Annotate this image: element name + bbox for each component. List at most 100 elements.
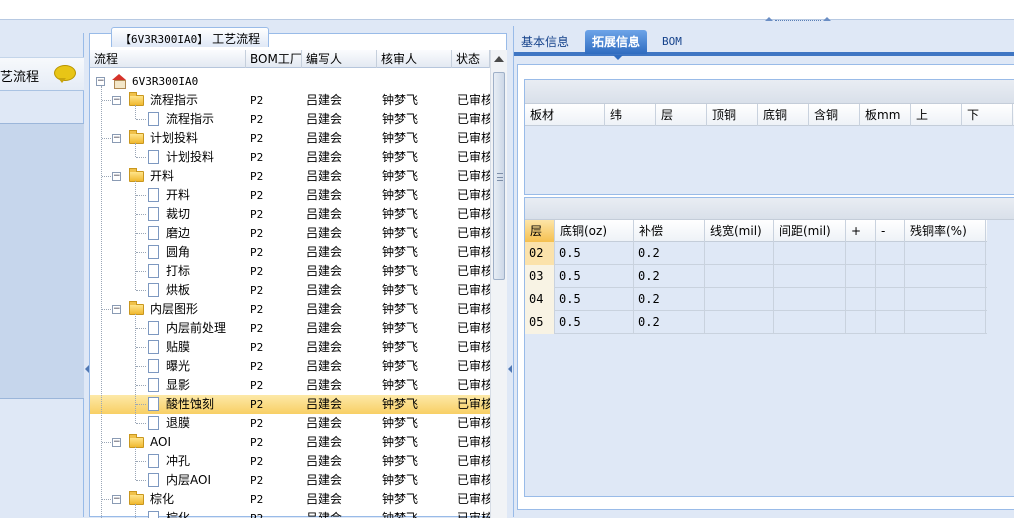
board-column-header[interactable]: 底铜: [758, 104, 809, 126]
copper-column-header[interactable]: 补偿: [634, 220, 705, 242]
tree-item-row[interactable]: 内层AOI P2 吕建会 钟梦飞 已审核: [90, 471, 490, 490]
tab-extended-info[interactable]: 拓展信息: [585, 30, 648, 60]
copper-grid-cell[interactable]: [905, 242, 986, 265]
copper-grid-cell[interactable]: [876, 288, 905, 311]
board-column-header[interactable]: 下: [962, 104, 1013, 126]
copper-grid-cell[interactable]: 03: [525, 265, 555, 288]
column-header-bom[interactable]: BOM工厂: [246, 50, 302, 68]
tree-folder-row[interactable]: − 计划投料 P2 吕建会 钟梦飞 已审核: [90, 129, 490, 148]
collapse-icon[interactable]: −: [112, 172, 121, 181]
copper-grid-row[interactable]: 02 0.5 0.2: [525, 242, 987, 265]
tree-item-row[interactable]: 烘板 P2 吕建会 钟梦飞 已审核: [90, 281, 490, 300]
tab-bom[interactable]: BOM: [655, 30, 689, 54]
board-column-header[interactable]: 层: [656, 104, 707, 126]
scroll-up-icon[interactable]: [494, 56, 504, 62]
copper-grid-cell[interactable]: 0.2: [634, 288, 705, 311]
tree-item-row[interactable]: 开料 P2 吕建会 钟梦飞 已审核: [90, 186, 490, 205]
copper-grid-cell[interactable]: [774, 242, 846, 265]
column-header-status[interactable]: 状态: [452, 50, 490, 68]
copper-column-header[interactable]: 线宽(mil): [705, 220, 774, 242]
tab-basic-info[interactable]: 基本信息: [514, 30, 576, 54]
tree-item-row[interactable]: 显影 P2 吕建会 钟梦飞 已审核: [90, 376, 490, 395]
copper-grid-cell[interactable]: [774, 265, 846, 288]
copper-grid-cell[interactable]: [905, 311, 986, 334]
copper-grid-cell[interactable]: [705, 311, 774, 334]
copper-grid-cell[interactable]: [876, 311, 905, 334]
board-column-header[interactable]: 上: [911, 104, 962, 126]
copper-column-header[interactable]: 层: [525, 220, 555, 242]
copper-grid-cell[interactable]: 0.2: [634, 311, 705, 334]
tree-item-row[interactable]: 内层前处理 P2 吕建会 钟梦飞 已审核: [90, 319, 490, 338]
tree-folder-row[interactable]: − 内层图形 P2 吕建会 钟梦飞 已审核: [90, 300, 490, 319]
copper-column-header[interactable]: -: [876, 220, 905, 242]
collapse-icon[interactable]: −: [112, 305, 121, 314]
tree-item-row[interactable]: 冲孔 P2 吕建会 钟梦飞 已审核: [90, 452, 490, 471]
copper-grid-cell[interactable]: 0.5: [555, 311, 634, 334]
copper-grid-cell[interactable]: [876, 265, 905, 288]
copper-grid-cell[interactable]: [876, 242, 905, 265]
tree-item-row[interactable]: 曝光 P2 吕建会 钟梦飞 已审核: [90, 357, 490, 376]
column-header-reviewer[interactable]: 核审人: [377, 50, 452, 68]
copper-grid-row[interactable]: 05 0.5 0.2: [525, 311, 987, 334]
copper-grid-cell[interactable]: 0.5: [555, 242, 634, 265]
copper-grid-cell[interactable]: 0.2: [634, 242, 705, 265]
copper-grid-cell[interactable]: [705, 288, 774, 311]
tree-item-row[interactable]: 退膜 P2 吕建会 钟梦飞 已审核: [90, 414, 490, 433]
tree-item-row[interactable]: 流程指示 P2 吕建会 钟梦飞 已审核: [90, 110, 490, 129]
copper-grid-cell[interactable]: [905, 288, 986, 311]
copper-grid-cell[interactable]: 0.2: [634, 265, 705, 288]
copper-grid-cell[interactable]: [774, 288, 846, 311]
copper-grid-cell[interactable]: 04: [525, 288, 555, 311]
process-tree: − 6V3R300IA0 − 流程指示 P2 吕建会 钟梦飞 已审核 流程指示 P2 吕建会 钟梦…: [90, 70, 490, 518]
column-header-process[interactable]: 流程: [90, 50, 246, 68]
tree-item-row[interactable]: 圆角 P2 吕建会 钟梦飞 已审核: [90, 243, 490, 262]
copper-grid-cell[interactable]: [774, 311, 846, 334]
tree-item-row[interactable]: 磨边 P2 吕建会 钟梦飞 已审核: [90, 224, 490, 243]
copper-grid-cell[interactable]: 02: [525, 242, 555, 265]
board-column-header[interactable]: 纬: [605, 104, 656, 126]
tree-folder-row[interactable]: − 开料 P2 吕建会 钟梦飞 已审核: [90, 167, 490, 186]
copper-grid-cell[interactable]: [846, 288, 876, 311]
copper-column-header[interactable]: 残铜率(%): [905, 220, 986, 242]
copper-column-header[interactable]: +: [846, 220, 876, 242]
board-column-header[interactable]: 板材: [525, 104, 605, 126]
collapse-icon[interactable]: −: [112, 134, 121, 143]
copper-grid-cell[interactable]: 0.5: [555, 265, 634, 288]
board-column-header[interactable]: 顶铜: [707, 104, 758, 126]
copper-column-header[interactable]: 间距(mil): [774, 220, 846, 242]
copper-grid-cell[interactable]: 0.5: [555, 288, 634, 311]
copper-grid-cell[interactable]: [846, 265, 876, 288]
collapse-icon[interactable]: −: [112, 96, 121, 105]
board-column-header[interactable]: 板mm: [860, 104, 911, 126]
tree-item-row[interactable]: 酸性蚀刻 P2 吕建会 钟梦飞 已审核: [90, 395, 490, 414]
copper-column-header[interactable]: 底铜(oz): [555, 220, 634, 242]
collapse-grip[interactable]: [765, 17, 831, 25]
collapse-icon[interactable]: −: [96, 77, 105, 86]
collapse-icon[interactable]: −: [112, 438, 121, 447]
copper-grid-cell[interactable]: [705, 242, 774, 265]
copper-grid-cell[interactable]: [905, 265, 986, 288]
copper-grid-row[interactable]: 04 0.5 0.2: [525, 288, 987, 311]
column-header-author[interactable]: 编写人: [302, 50, 377, 68]
tree-folder-row[interactable]: − 流程指示 P2 吕建会 钟梦飞 已审核: [90, 91, 490, 110]
splitter-arrow-icon[interactable]: [508, 365, 512, 373]
board-column-header[interactable]: 含铜: [809, 104, 860, 126]
collapse-icon[interactable]: −: [112, 495, 121, 504]
tree-item-row[interactable]: 裁切 P2 吕建会 钟梦飞 已审核: [90, 205, 490, 224]
tree-scrollbar[interactable]: [490, 50, 507, 518]
scroll-thumb[interactable]: [493, 72, 505, 280]
tree-folder-row[interactable]: − 棕化 P2 吕建会 钟梦飞 已审核: [90, 490, 490, 509]
copper-grid-cell[interactable]: 05: [525, 311, 555, 334]
copper-grid-cell[interactable]: [846, 242, 876, 265]
chat-bubble-icon[interactable]: [54, 65, 76, 83]
tree-root-row[interactable]: − 6V3R300IA0: [90, 72, 490, 91]
status-cell: 已审核: [457, 245, 490, 259]
copper-grid-cell[interactable]: [705, 265, 774, 288]
copper-grid-row[interactable]: 03 0.5 0.2: [525, 265, 987, 288]
copper-grid-cell[interactable]: [846, 311, 876, 334]
tree-folder-row[interactable]: − AOI P2 吕建会 钟梦飞 已审核: [90, 433, 490, 452]
tree-item-row[interactable]: 贴膜 P2 吕建会 钟梦飞 已审核: [90, 338, 490, 357]
tree-item-row[interactable]: 计划投料 P2 吕建会 钟梦飞 已审核: [90, 148, 490, 167]
left-panel-header[interactable]: 艺流程: [0, 57, 84, 91]
tree-item-row[interactable]: 打标 P2 吕建会 钟梦飞 已审核: [90, 262, 490, 281]
